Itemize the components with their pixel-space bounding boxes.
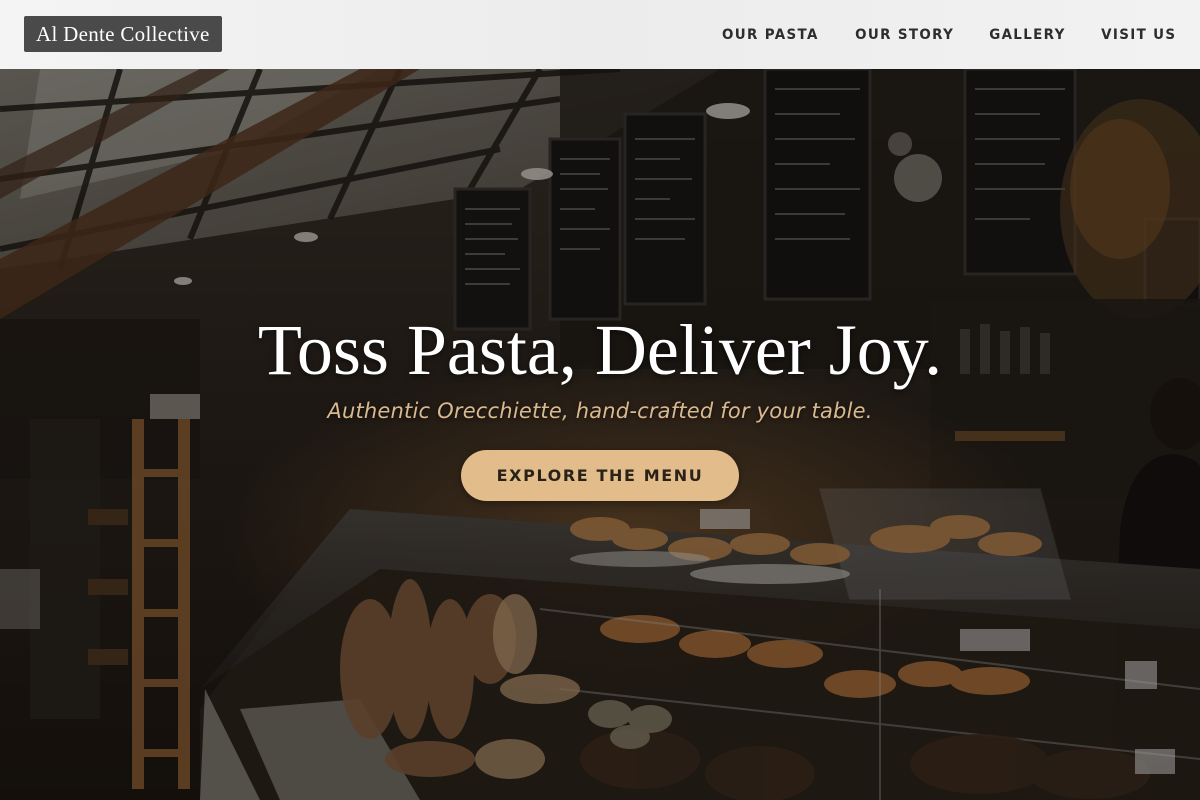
nav-link-our-pasta[interactable]: OUR PASTA xyxy=(722,27,819,43)
nav-link-our-story[interactable]: OUR STORY xyxy=(855,27,954,43)
nav-link-gallery[interactable]: GALLERY xyxy=(989,27,1066,43)
hero-headline: Toss Pasta, Deliver Joy. xyxy=(257,310,943,390)
main-nav: OUR PASTA OUR STORY GALLERY VISIT US xyxy=(718,0,1176,69)
hero-tagline: Authentic Orecchiette, hand-crafted for … xyxy=(327,399,873,423)
site-header: Al Dente Collective OUR PASTA OUR STORY … xyxy=(0,0,1200,69)
hero-content: Toss Pasta, Deliver Joy. Authentic Orecc… xyxy=(0,69,1200,800)
brand-logo[interactable]: Al Dente Collective xyxy=(24,16,222,52)
explore-menu-button[interactable]: EXPLORE THE MENU xyxy=(461,450,739,501)
nav-link-visit-us[interactable]: VISIT US xyxy=(1101,27,1176,43)
